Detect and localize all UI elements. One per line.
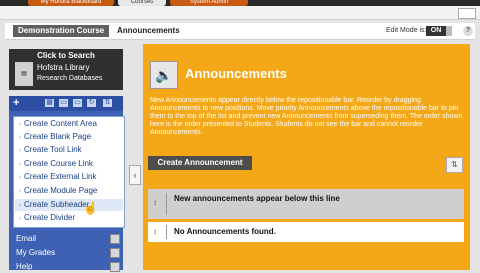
menu-item-create-course-link[interactable]: › Create Course Link — [19, 158, 93, 170]
library-logo-icon: ▤ — [15, 62, 33, 86]
scroll-control[interactable] — [458, 8, 476, 19]
folder-icon[interactable]: ▭ — [73, 99, 82, 107]
chevron-right-icon: › — [19, 216, 21, 222]
folder-view-icon[interactable]: ▦ — [45, 99, 54, 107]
banner-line1: Hofstra Library — [37, 63, 90, 72]
chevron-right-icon: › — [19, 189, 21, 195]
chevron-right-icon: › — [19, 162, 21, 168]
chevron-right-icon: › — [19, 148, 21, 154]
sort-icon[interactable]: ⇅ — [103, 99, 112, 107]
chevron-right-icon: › — [19, 175, 21, 181]
nav-checkbox[interactable] — [110, 234, 120, 244]
hand-cursor-icon: ☝ — [83, 201, 98, 215]
secondary-bar — [0, 6, 480, 20]
menu-item-create-external-link[interactable]: › Create External Link — [19, 171, 96, 183]
nav-item-my-grades[interactable]: My Grades — [16, 247, 55, 259]
course-name[interactable]: Demonstration Course — [13, 25, 110, 37]
create-announcement-button[interactable]: Create Announcement — [148, 156, 252, 170]
row-divider — [166, 193, 167, 215]
collapse-sidebar-button[interactable]: ‹ — [129, 165, 141, 185]
menu-item-create-content-area[interactable]: › Create Content Area — [19, 118, 97, 130]
speaker-icon: 🔈 — [150, 61, 178, 89]
library-search-banner[interactable]: Click to Search ▤ Hofstra Library Resear… — [9, 49, 123, 90]
menu-item-create-blank-page[interactable]: › Create Blank Page — [19, 131, 91, 143]
chevron-left-icon: ‹ — [133, 170, 137, 180]
page-title: Announcements — [185, 66, 287, 81]
edit-mode-toggle-knob[interactable] — [446, 26, 452, 36]
drag-handle-icon[interactable]: ↕ — [153, 227, 157, 236]
page-help-text: New Announcements appear directly below … — [150, 97, 463, 136]
drag-handle-icon[interactable]: ↕ — [153, 198, 157, 207]
chevron-right-icon: › — [19, 135, 21, 141]
sort-arrows-icon[interactable]: ⇅ — [446, 157, 463, 173]
repositionable-bar-label: New announcements appear below this line — [174, 194, 340, 203]
menu-item-create-divider[interactable]: › Create Divider — [19, 212, 75, 224]
nav-checkbox[interactable] — [110, 248, 120, 258]
menu-toolbar: + ▦ ▭ ▭ ↻ ⇅ — [9, 96, 123, 111]
nav-item-help[interactable]: Help — [16, 261, 32, 273]
list-view-icon[interactable]: ▭ — [59, 99, 68, 107]
chevron-right-icon: › — [19, 122, 21, 128]
repositionable-bar[interactable]: ↕ New announcements appear below this li… — [148, 189, 464, 219]
nav-checkbox[interactable] — [110, 262, 120, 272]
nav-item-email[interactable]: Email — [16, 233, 36, 245]
menu-item-create-tool-link[interactable]: › Create Tool Link — [19, 144, 82, 156]
announcement-row: ↕ No Announcements found. — [148, 222, 464, 242]
menu-item-create-module-page[interactable]: › Create Module Page — [19, 185, 97, 197]
chevron-right-icon: › — [19, 203, 21, 209]
breadcrumb: Announcements — [117, 26, 180, 35]
help-icon[interactable]: ? — [463, 26, 473, 36]
banner-title: Click to Search — [37, 51, 95, 60]
refresh-icon[interactable]: ↻ — [87, 99, 96, 107]
edit-mode-label: Edit Mode is: — [386, 27, 427, 34]
banner-line2: Research Databases — [37, 75, 103, 82]
edit-mode-toggle[interactable]: ON — [426, 26, 446, 36]
row-divider — [166, 225, 167, 239]
empty-state-text: No Announcements found. — [174, 227, 276, 236]
menu-item-create-subheader[interactable]: › Create Subheader — [15, 199, 123, 211]
course-header: Demonstration Course Announcements Edit … — [5, 23, 475, 40]
add-menu-item-icon[interactable]: + — [13, 96, 19, 111]
add-menu-dropdown: › Create Content Area › Create Blank Page … — [13, 116, 125, 228]
